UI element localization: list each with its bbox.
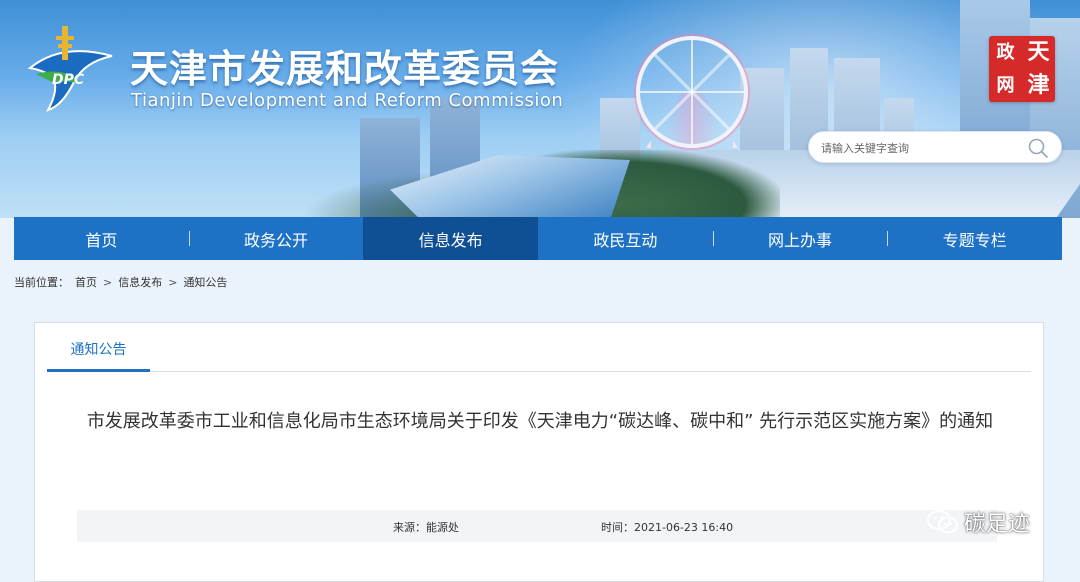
breadcrumb-info-release[interactable]: 信息发布: [118, 274, 162, 290]
watermark-text: 碳足迹: [964, 512, 1031, 537]
header-banner: DPC 天津市发展和改革委员会 Tianjin Development and …: [0, 0, 1080, 218]
breadcrumb-separator: >: [103, 275, 113, 289]
nav-special-topics[interactable]: 专题专栏: [887, 217, 1062, 260]
article-time: 时间：2021-06-23 16:40: [601, 521, 734, 534]
badge-char: 天: [1027, 39, 1050, 65]
content-panel: 通知公告 市发展改革委市工业和信息化局市生态环境局关于印发《天津电力“碳达峰、碳…: [34, 322, 1044, 582]
logo-text: DPC: [52, 72, 85, 88]
breadcrumb-prefix: 当前位置：: [14, 276, 69, 289]
nav-interaction[interactable]: 政民互动: [538, 217, 713, 260]
nav-government-affairs[interactable]: 政务公开: [188, 217, 364, 260]
ferris-wheel: [636, 36, 748, 148]
breadcrumb-home[interactable]: 首页: [75, 274, 97, 290]
main-nav: 首页 政务公开 信息发布 政民互动 网上办事 专题专栏: [14, 217, 1062, 260]
wechat-icon: [927, 510, 958, 534]
search-box: [808, 131, 1062, 163]
article-source: 来源：能源处: [393, 521, 459, 534]
dpc-logo-icon: DPC: [27, 26, 113, 112]
article-meta: 来源：能源处 时间：2021-06-23 16:40: [77, 510, 997, 542]
tianjin-gov-badge[interactable]: 政 天 网 津: [989, 36, 1055, 102]
article-title: 市发展改革委市工业和信息化局市生态环境局关于印发《天津电力“碳达峰、碳中和” 先…: [86, 411, 994, 432]
breadcrumb-notices[interactable]: 通知公告: [183, 274, 227, 290]
breadcrumb: 当前位置： 首页 > 信息发布 > 通知公告: [14, 272, 227, 292]
nav-home[interactable]: 首页: [14, 217, 189, 260]
tab-notices[interactable]: 通知公告: [47, 339, 150, 372]
site-title: 天津市发展和改革委员会: [130, 47, 560, 91]
site-subtitle: Tianjin Development and Reform Commissio…: [131, 90, 564, 111]
museum-building: [390, 155, 630, 218]
breadcrumb-separator: >: [168, 275, 178, 289]
badge-char: 网: [996, 75, 1015, 96]
nav-online-service[interactable]: 网上办事: [712, 217, 888, 260]
badge-char: 政: [996, 42, 1015, 63]
wechat-watermark: 碳足迹: [926, 505, 1030, 539]
search-input[interactable]: [821, 138, 1021, 158]
tab-divider: [47, 371, 1031, 372]
nav-info-release[interactable]: 信息发布: [363, 217, 539, 260]
search-icon[interactable]: [1027, 137, 1049, 159]
badge-char: 津: [1027, 72, 1050, 98]
